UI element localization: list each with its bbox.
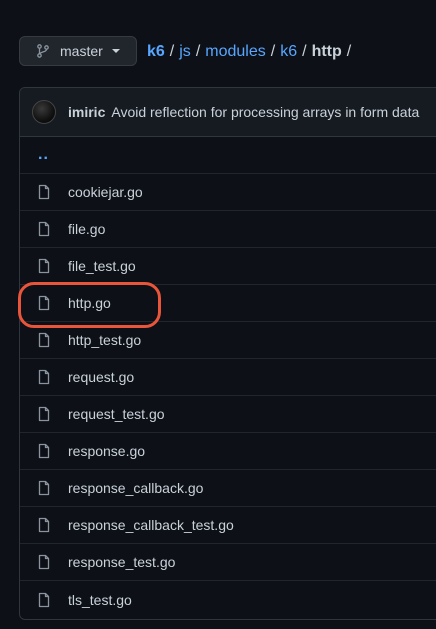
file-icon [38, 592, 50, 607]
branch-name: master [60, 43, 103, 59]
file-name[interactable]: response_callback.go [68, 480, 203, 496]
file-row[interactable]: request.go [20, 359, 436, 396]
breadcrumb-link-js[interactable]: js [179, 43, 191, 61]
file-icon [38, 369, 50, 385]
file-rows: cookiejar.go file.go file_test.go http.go ht… [20, 174, 436, 618]
file-name[interactable]: response.go [68, 443, 145, 459]
breadcrumb: k6 / js / modules / k6 / http / [147, 41, 356, 63]
chevron-down-icon [111, 49, 120, 53]
breadcrumb-separator: / [346, 43, 352, 60]
commit-message[interactable]: Avoid reflection for processing arrays i… [111, 104, 419, 120]
file-name[interactable]: response_callback_test.go [68, 517, 234, 533]
file-row[interactable]: response_callback_test.go [20, 507, 436, 544]
breadcrumb-link-modules[interactable]: modules [205, 43, 265, 61]
file-row[interactable]: response.go [20, 433, 436, 470]
file-icon [38, 480, 50, 496]
file-icon [38, 554, 50, 570]
file-name[interactable]: request.go [68, 369, 134, 385]
file-row[interactable]: cookiejar.go [20, 174, 436, 211]
file-name[interactable]: http_test.go [68, 332, 141, 348]
file-name[interactable]: file_test.go [68, 258, 136, 274]
file-name[interactable]: response_test.go [68, 554, 175, 570]
latest-commit-bar: imiric Avoid reflection for processing a… [20, 88, 436, 137]
file-icon [38, 295, 50, 311]
file-row[interactable]: response_test.go [20, 544, 436, 581]
breadcrumb-link-repo[interactable]: k6 [147, 43, 165, 61]
breadcrumb-current: http [311, 43, 342, 60]
breadcrumb-separator: / [195, 43, 201, 60]
file-row[interactable]: file.go [20, 211, 436, 248]
file-icon [38, 332, 50, 348]
branch-select-button[interactable]: master [19, 36, 137, 66]
file-list: imiric Avoid reflection for processing a… [19, 87, 436, 620]
file-name[interactable]: file.go [68, 221, 105, 237]
file-row[interactable]: request_test.go [20, 396, 436, 433]
file-row[interactable]: tls_test.go [20, 581, 436, 618]
file-name[interactable]: http.go [68, 295, 111, 311]
git-branch-icon [37, 44, 49, 58]
file-icon [38, 406, 50, 422]
breadcrumb-separator: / [302, 43, 307, 60]
commit-author[interactable]: imiric [68, 104, 105, 120]
breadcrumb-separator: / [270, 43, 276, 60]
file-row[interactable]: response_callback.go [20, 470, 436, 507]
avatar[interactable] [32, 100, 56, 124]
breadcrumb-link-k6[interactable]: k6 [280, 43, 297, 61]
file-icon [38, 221, 50, 237]
file-icon [38, 258, 50, 274]
breadcrumb-separator: / [169, 43, 175, 60]
file-icon [38, 184, 50, 200]
file-name[interactable]: tls_test.go [68, 592, 132, 608]
file-name[interactable]: request_test.go [68, 406, 165, 422]
repo-file-browser: master k6 / js / modules / k6 / http / i… [0, 0, 436, 629]
file-icon [38, 443, 50, 459]
parent-directory-link[interactable]: .. [20, 137, 436, 174]
file-row[interactable]: file_test.go [20, 248, 436, 285]
file-row[interactable]: http_test.go [20, 322, 436, 359]
file-icon [38, 517, 50, 533]
file-name[interactable]: cookiejar.go [68, 184, 143, 200]
file-row[interactable]: http.go [20, 285, 436, 322]
